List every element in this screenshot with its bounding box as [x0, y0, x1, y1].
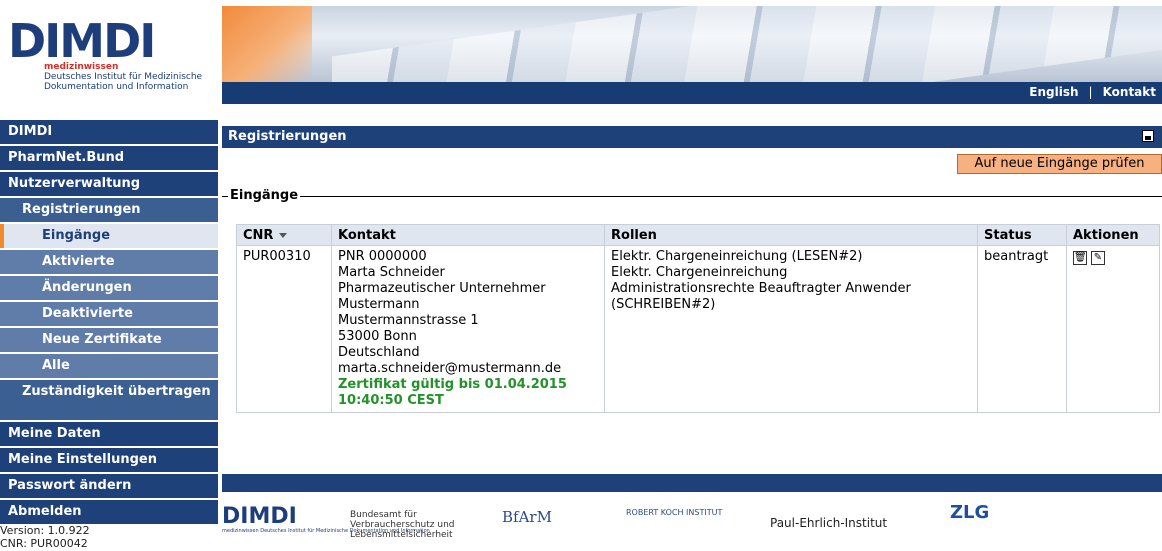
sidebar-item-meine-daten[interactable]: Meine Daten	[0, 422, 218, 446]
sidebar-item-aenderungen[interactable]: Änderungen	[0, 276, 218, 300]
role-line: Administrationsrechte Beauftragter Anwen…	[611, 281, 911, 296]
sidebar-nav: DIMDI PharmNet.Bund Nutzerverwaltung Reg…	[0, 120, 218, 526]
sidebar-item-zustaendigkeit[interactable]: Zuständigkeit übertragen	[0, 380, 218, 420]
keyboard-graphic	[332, 6, 1162, 82]
bvl-line2: Verbraucherschutz und	[350, 520, 455, 530]
certificate-validity: Zertifikat gültig bis 01.04.2015 10:40:5…	[338, 377, 567, 408]
page-title-bar: Registrierungen	[222, 126, 1162, 148]
bvl-line3: Lebensmittelsicherheit	[350, 530, 453, 540]
sidebar-item-passwort[interactable]: Passwort ändern	[0, 474, 218, 498]
page-title: Registrierungen	[228, 129, 347, 144]
delete-icon[interactable]: 🗑	[1073, 251, 1087, 265]
cell-rollen: Elektr. Chargeneinreichung (LESEN#2) Ele…	[604, 245, 978, 413]
contact-company: Mustermann	[338, 297, 420, 312]
sidebar-item-dimdi[interactable]: DIMDI	[0, 120, 218, 144]
sort-arrow-icon[interactable]	[279, 232, 288, 238]
registrations-table: CNR Kontakt Rollen Status Aktionen PUR00…	[236, 224, 1160, 413]
logo-tagline-line2: Dokumentation und Information	[44, 82, 189, 92]
sidebar-item-registrierungen[interactable]: Registrierungen	[0, 198, 218, 222]
english-link[interactable]: English	[1029, 85, 1078, 99]
column-header-cnr-label: CNR	[243, 227, 274, 243]
footer-bvl-logo[interactable]: Bundesamt für Verbraucherschutz und Lebe…	[350, 510, 455, 540]
sidebar-item-alle[interactable]: Alle	[0, 354, 218, 378]
column-header-aktionen: Aktionen	[1066, 224, 1160, 246]
sidebar-item-neue-zertifikate[interactable]: Neue Zertifikate	[0, 328, 218, 352]
footer-bfarm-logo[interactable]: BfArM	[502, 510, 552, 525]
logo-tagline-line1: Deutsches Institut für Medizinische	[44, 72, 203, 82]
check-new-entries-button[interactable]: Auf neue Eingänge prüfen	[957, 154, 1162, 174]
footer-bar	[222, 474, 1162, 492]
cnr-text: CNR: PUR00042	[0, 537, 88, 550]
contact-name: Marta Schneider	[338, 265, 445, 280]
table-row: PUR00310 PNR 0000000 Marta Schneider Pha…	[236, 245, 1160, 413]
footer-dimdi-mark: DIMDI	[222, 504, 297, 529]
sidebar-item-deaktivierte[interactable]: Deaktivierte	[0, 302, 218, 326]
role-line: Elektr. Chargeneinreichung (LESEN#2)	[611, 249, 863, 264]
role-line: (SCHREIBEN#2)	[611, 297, 716, 312]
nav-separator: |	[1088, 85, 1093, 99]
kontakt-link[interactable]: Kontakt	[1103, 85, 1156, 99]
section-divider	[222, 196, 1162, 197]
version-text: Version: 1.0.922	[0, 524, 90, 537]
header-banner-image	[222, 6, 1162, 82]
column-header-rollen: Rollen	[604, 224, 978, 246]
contact-city: 53000 Bonn	[338, 329, 417, 344]
edit-icon[interactable]: ✎	[1091, 251, 1105, 265]
sidebar-item-eingaenge[interactable]: Eingänge	[0, 224, 218, 248]
version-info: Version: 1.0.922 CNR: PUR00042	[0, 524, 90, 550]
sidebar-item-abmelden[interactable]: Abmelden	[0, 500, 218, 524]
sidebar-item-aktivierte[interactable]: Aktivierte	[0, 250, 218, 274]
logo-tagline-red: medizinwissen	[44, 62, 119, 72]
role-line: Elektr. Chargeneinreichung	[611, 265, 788, 280]
table-header-row: CNR Kontakt Rollen Status Aktionen	[236, 224, 1160, 246]
top-navigation: English | Kontakt	[222, 82, 1162, 104]
cell-cnr: PUR00310	[236, 245, 332, 413]
dimdi-logo: DIMDI medizinwissen Deutsches Institut f…	[8, 18, 208, 98]
footer-zlg-logo[interactable]: ZLG	[950, 504, 989, 522]
footer-logos: DIMDI medizinwissen Deutsches Institut f…	[222, 504, 1162, 546]
logo-mark: DIMDI	[8, 14, 156, 68]
sidebar-item-nutzerverwaltung[interactable]: Nutzerverwaltung	[0, 172, 218, 196]
cell-aktionen: 🗑 ✎	[1066, 245, 1160, 413]
column-header-kontakt: Kontakt	[331, 224, 605, 246]
cell-status: beantragt	[977, 245, 1067, 413]
orange-accent	[222, 6, 312, 82]
column-header-cnr[interactable]: CNR	[236, 224, 332, 246]
contact-pnr: PNR 0000000	[338, 249, 427, 264]
contact-email: marta.schneider@mustermann.de	[338, 361, 562, 376]
bvl-line1: Bundesamt für	[350, 510, 417, 520]
section-legend: Eingänge	[228, 188, 301, 203]
cell-kontakt: PNR 0000000 Marta Schneider Pharmazeutis…	[331, 245, 605, 413]
contact-country: Deutschland	[338, 345, 420, 360]
footer-pei-logo[interactable]: Paul-Ehrlich-Institut	[770, 517, 887, 529]
footer-rki-logo[interactable]: ROBERT KOCH INSTITUT	[626, 508, 722, 518]
logo-tagline: medizinwissen Deutsches Institut für Med…	[44, 62, 202, 92]
column-header-status: Status	[977, 224, 1067, 246]
sidebar-item-meine-einstellungen[interactable]: Meine Einstellungen	[0, 448, 218, 472]
section-eingaenge: Eingänge	[222, 188, 1162, 208]
contact-street: Mustermannstrasse 1	[338, 313, 479, 328]
contact-type: Pharmazeutischer Unternehmer	[338, 281, 546, 296]
print-icon[interactable]	[1142, 130, 1154, 142]
sidebar-item-pharmnet[interactable]: PharmNet.Bund	[0, 146, 218, 170]
